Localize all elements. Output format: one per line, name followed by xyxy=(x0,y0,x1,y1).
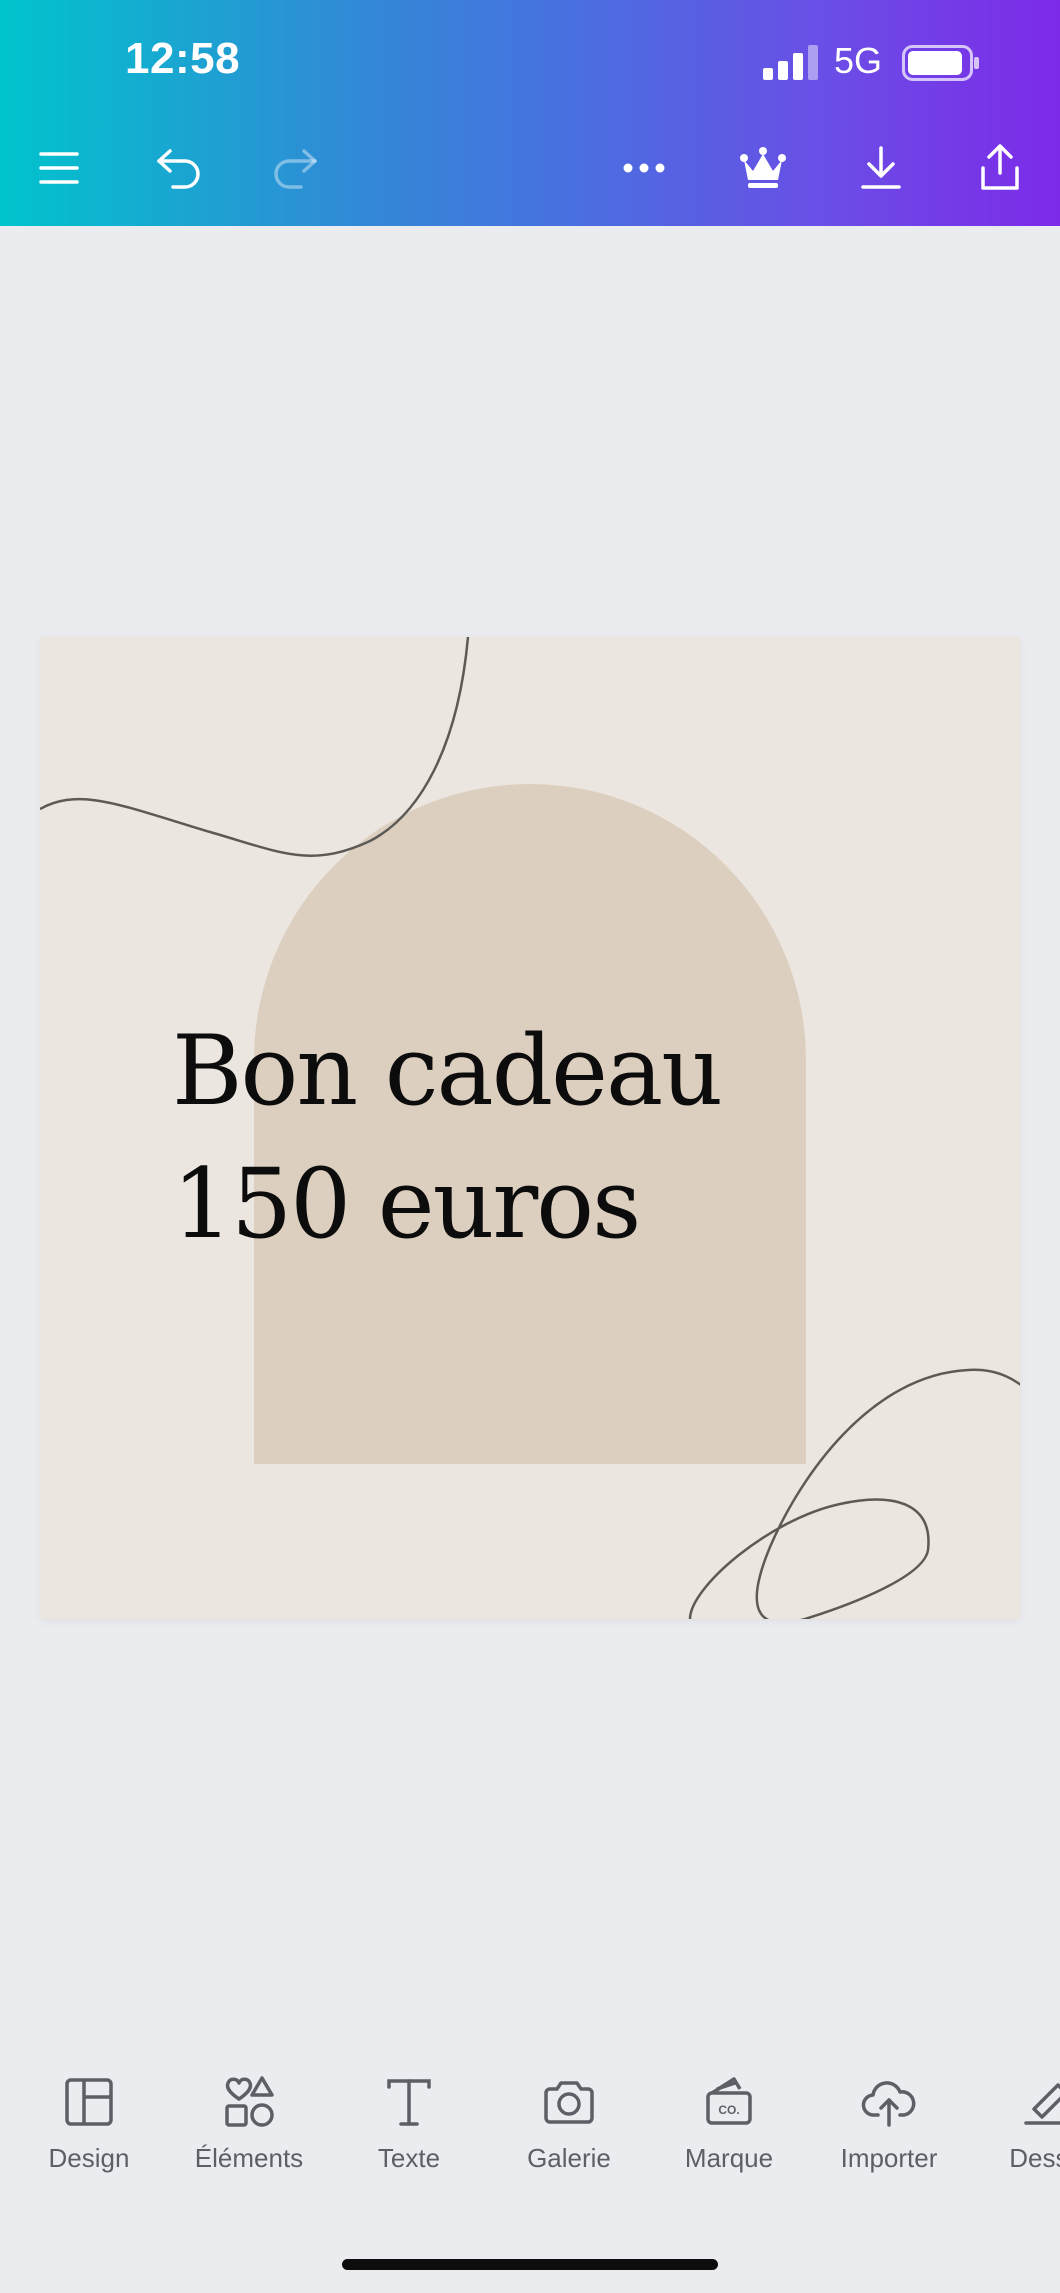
share-button[interactable] xyxy=(968,136,1032,200)
download-button[interactable] xyxy=(849,136,913,200)
cellular-signal-icon xyxy=(763,45,818,80)
headline-line-2: 150 euros xyxy=(172,1148,641,1260)
redo-icon xyxy=(274,149,317,189)
network-type: 5G xyxy=(834,40,883,81)
nav-text[interactable]: Texte xyxy=(339,2060,479,2174)
hamburger-icon xyxy=(39,152,79,184)
nav-elements[interactable]: Éléments xyxy=(179,2060,319,2174)
camera-icon xyxy=(544,2081,594,2124)
nav-gallery[interactable]: Galerie xyxy=(499,2060,639,2174)
more-horizontal-icon xyxy=(623,163,665,173)
nav-label-design: Design xyxy=(48,2143,130,2173)
shapes-icon xyxy=(225,2076,274,2127)
premium-button[interactable] xyxy=(731,136,795,200)
brand-icon: CO. xyxy=(706,2077,752,2125)
nav-label-gallery: Galerie xyxy=(527,2143,611,2173)
status-time: 12:58 xyxy=(125,34,241,83)
layout-icon xyxy=(65,2078,113,2126)
battery-icon xyxy=(902,45,979,81)
menu-button[interactable] xyxy=(27,136,91,200)
undo-icon xyxy=(157,149,200,189)
nav-draw[interactable]: Dessin xyxy=(979,2060,1060,2174)
home-indicator[interactable] xyxy=(342,2259,718,2270)
upload-cloud-icon xyxy=(861,2081,916,2127)
nav-brand[interactable]: CO. Marque xyxy=(659,2060,799,2174)
nav-label-text: Texte xyxy=(377,2143,441,2173)
nav-label-import: Importer xyxy=(840,2143,938,2173)
nav-import[interactable]: Importer xyxy=(819,2060,959,2174)
gift-card-text[interactable]: Bon cadeau 150 euros xyxy=(172,1005,723,1271)
undo-button[interactable] xyxy=(148,136,212,200)
more-options-button[interactable] xyxy=(612,136,676,200)
svg-text:CO.: CO. xyxy=(718,2103,739,2117)
draw-icon xyxy=(1024,2083,1060,2125)
nav-label-elements: Éléments xyxy=(194,2143,304,2173)
design-canvas[interactable]: Bon cadeau 150 euros xyxy=(40,637,1020,1619)
bottom-toolbar: Design Éléments Texte Galerie CO. Marque… xyxy=(0,2060,1060,2180)
share-icon xyxy=(981,144,1019,190)
headline-line-1: Bon cadeau xyxy=(172,1015,723,1127)
text-icon xyxy=(387,2079,431,2126)
nav-label-brand: Marque xyxy=(684,2143,774,2173)
nav-design[interactable]: Design xyxy=(19,2060,159,2174)
editor-header: 12:58 5G xyxy=(0,0,1060,226)
nav-label-draw: Dessin xyxy=(1009,2143,1060,2173)
crown-icon xyxy=(740,147,786,188)
download-icon xyxy=(861,146,901,189)
redo-button[interactable] xyxy=(262,136,326,200)
